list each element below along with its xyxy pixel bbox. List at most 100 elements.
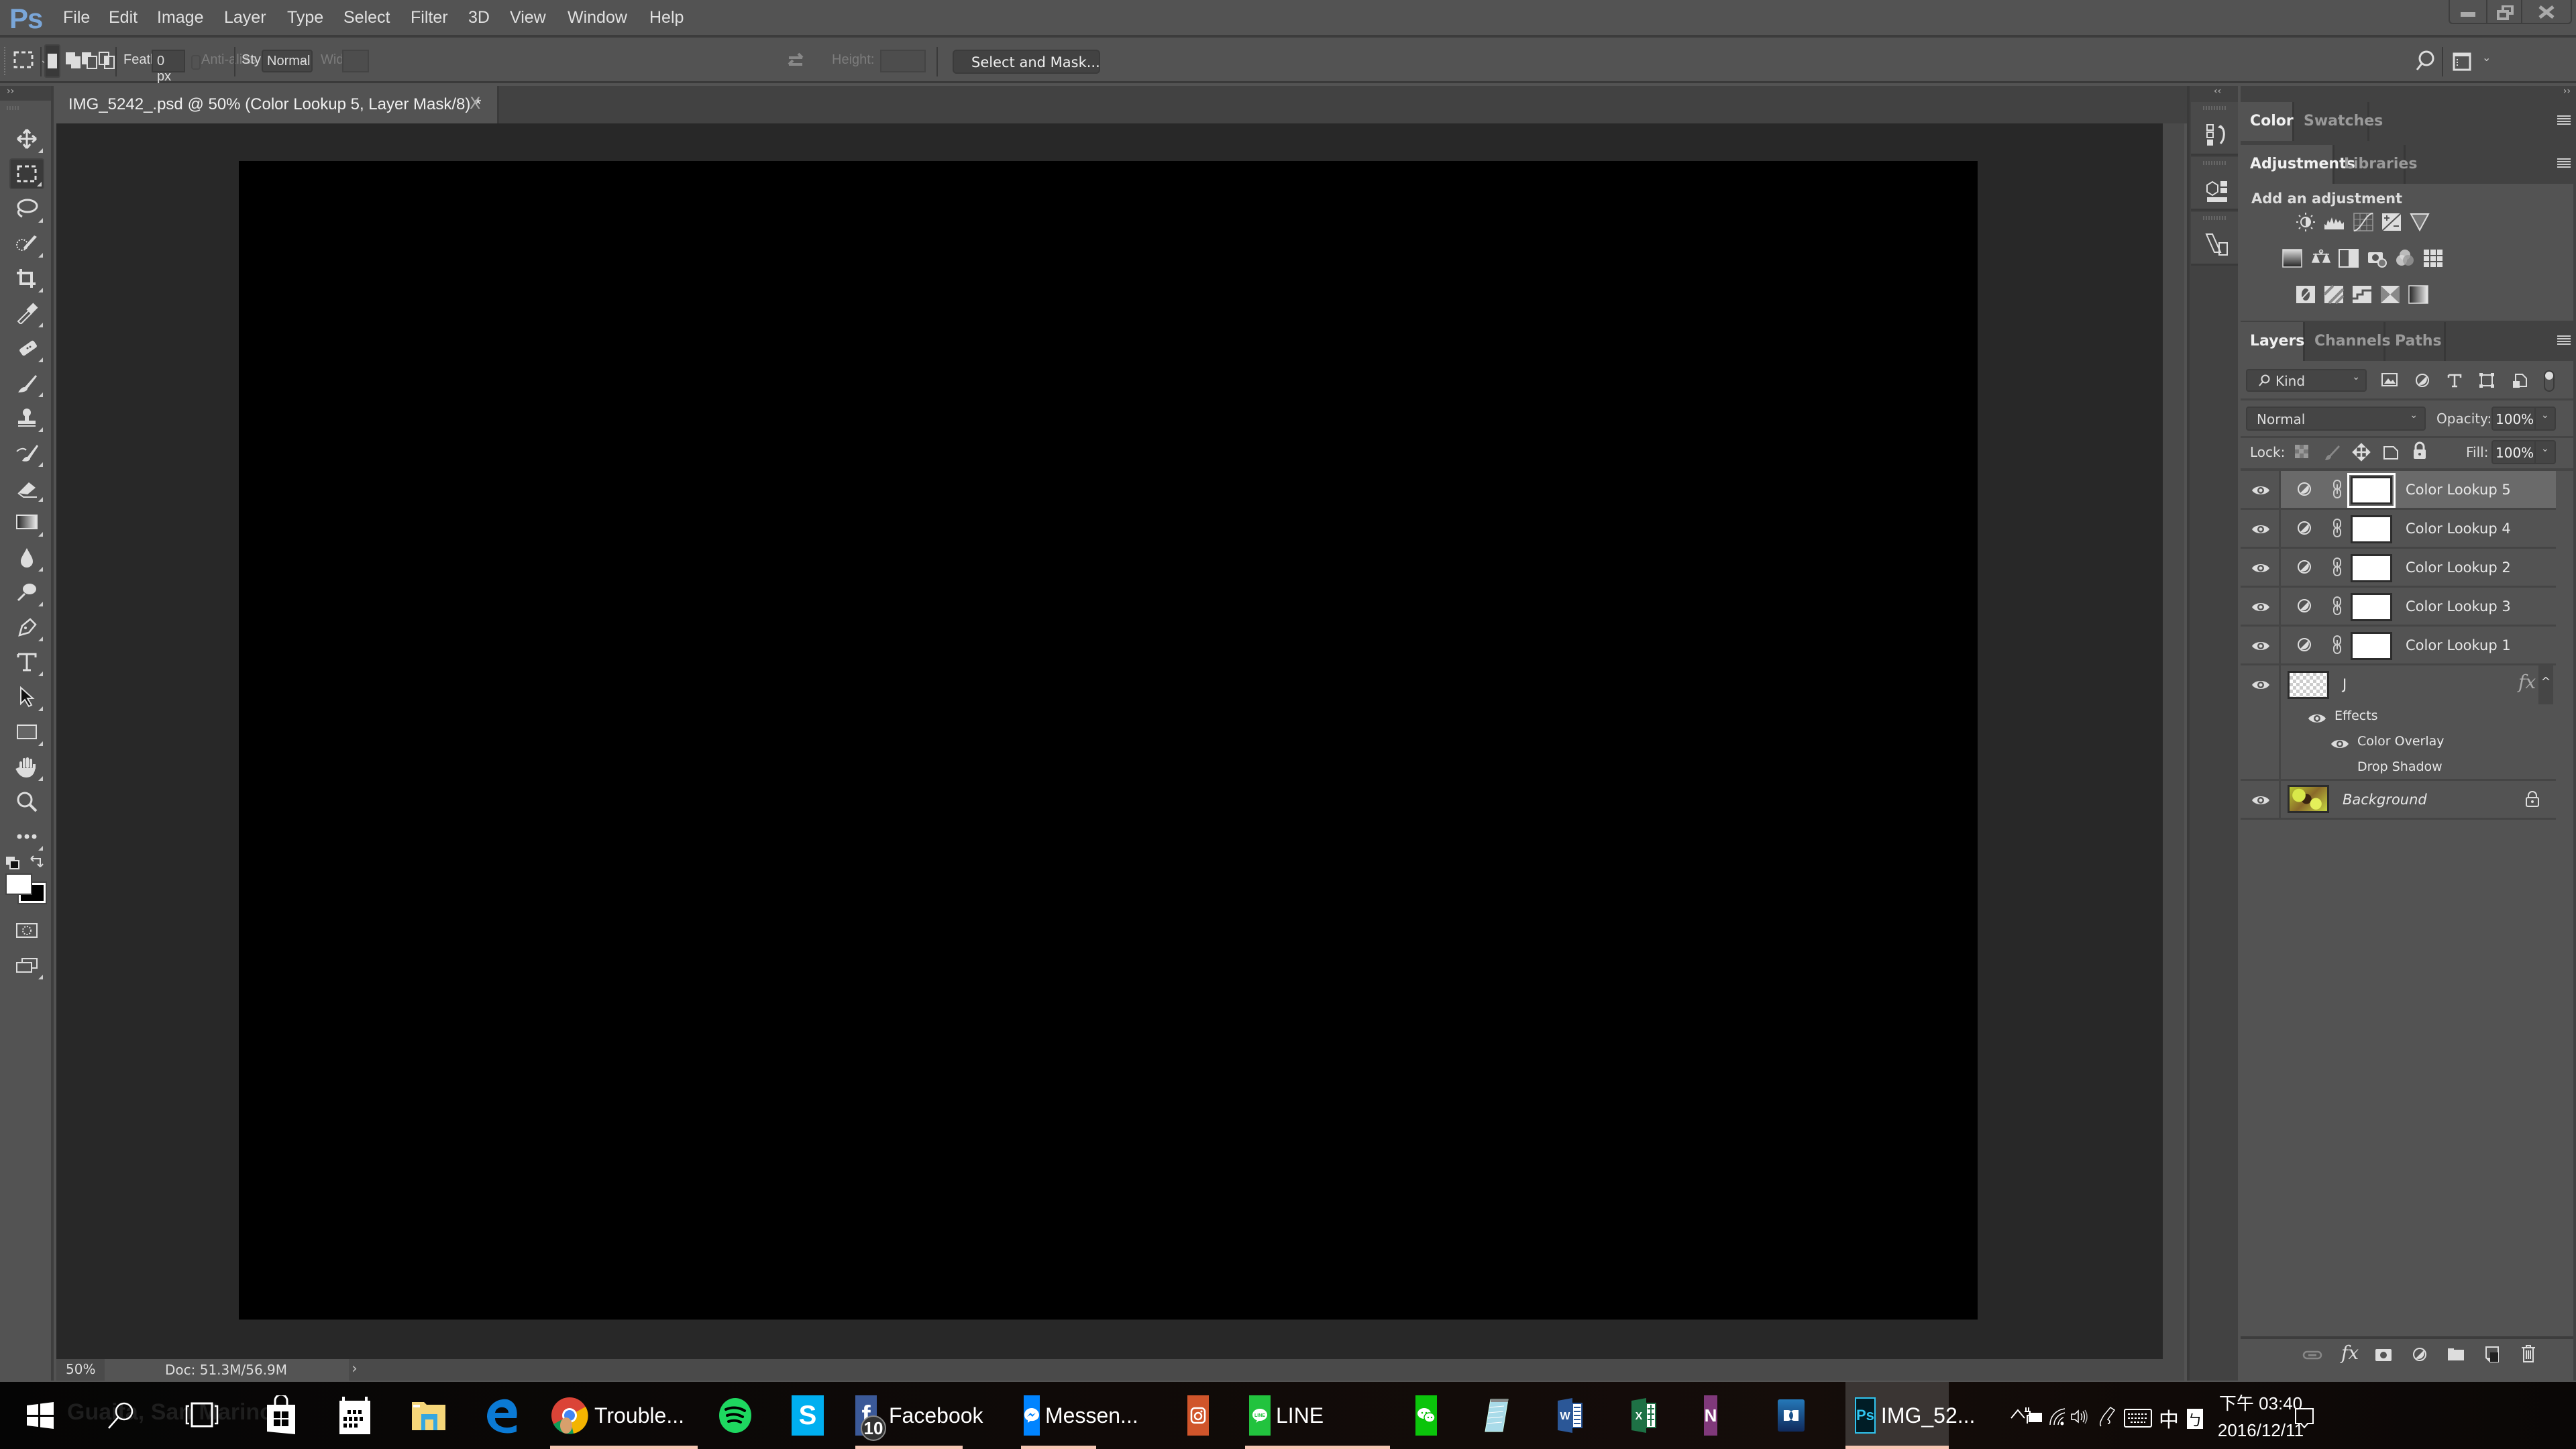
minimize-button[interactable]: [2449, 0, 2487, 24]
vibrance-button[interactable]: [2410, 212, 2430, 232]
effect-drop-shadow[interactable]: Drop Shadow: [2357, 759, 2443, 774]
lock-all-icon[interactable]: [2412, 441, 2427, 460]
menu-view[interactable]: View: [510, 8, 546, 28]
clock[interactable]: 下午 03:40 2016/12/11: [2214, 1390, 2308, 1441]
opacity-slider-toggle[interactable]: ⌄: [2541, 410, 2549, 421]
workspace-icon[interactable]: [2453, 52, 2471, 71]
swap-width-height-icon[interactable]: [786, 51, 805, 71]
mask-link-icon[interactable]: [2332, 596, 2343, 616]
workspace-chevron-icon[interactable]: ⌄: [2482, 51, 2491, 64]
fill-input[interactable]: 100% ⌄: [2491, 440, 2556, 464]
vertical-scrollbar[interactable]: [2163, 123, 2184, 1359]
black-white-button[interactable]: [2339, 248, 2359, 268]
calendar-icon[interactable]: [338, 1395, 372, 1436]
adjustments-panel-menu-icon[interactable]: [2557, 158, 2571, 168]
collapse-dock-button[interactable]: ‹‹: [2190, 86, 2238, 101]
style-dropdown[interactable]: Normal ⌄: [262, 50, 313, 72]
path-selection-tool[interactable]: [9, 682, 44, 712]
mask-link-icon[interactable]: [2332, 518, 2343, 538]
delete-layer-icon[interactable]: [2521, 1344, 2536, 1363]
fill-slider-toggle[interactable]: ⌄: [2541, 443, 2549, 454]
quick-selection-tool[interactable]: [9, 228, 44, 259]
store-icon[interactable]: [266, 1395, 297, 1436]
document-tab[interactable]: IMG_5242_.psd @ 50% (Color Lookup 5, Lay…: [56, 86, 499, 123]
layer-row[interactable]: Color Lookup 3: [2241, 588, 2556, 627]
clone-stamp-tool[interactable]: [9, 402, 44, 433]
layer-visibility-toggle[interactable]: [2241, 471, 2281, 510]
rectangle-tool[interactable]: [9, 716, 44, 747]
taskbar-app-instagram[interactable]: [1187, 1382, 1228, 1449]
filter-shape-icon[interactable]: [2479, 373, 2496, 389]
pen-tool[interactable]: [9, 612, 44, 643]
battery-icon[interactable]: [2023, 1406, 2043, 1425]
layer-row[interactable]: Color Lookup 4: [2241, 510, 2556, 549]
menu-select[interactable]: Select: [343, 8, 390, 28]
type-tool[interactable]: [9, 647, 44, 678]
add-mask-icon[interactable]: [2375, 1348, 2392, 1363]
hand-tool[interactable]: [9, 751, 44, 782]
curves-button[interactable]: [2353, 212, 2373, 232]
gradient-map-button[interactable]: [2408, 284, 2428, 305]
layer-row[interactable]: Color Lookup 1: [2241, 627, 2556, 665]
filter-toggle[interactable]: [2544, 370, 2555, 392]
new-adjustment-layer-icon[interactable]: [2412, 1347, 2428, 1363]
eye-icon[interactable]: [2308, 712, 2326, 724]
lock-artboard-icon[interactable]: [2381, 443, 2400, 462]
lasso-tool[interactable]: [9, 193, 44, 224]
layer-effects-badge[interactable]: fx: [2518, 671, 2536, 693]
menu-help[interactable]: Help: [649, 8, 684, 28]
filter-pixel-icon[interactable]: [2381, 373, 2399, 388]
filter-type-icon[interactable]: [2447, 373, 2463, 389]
file-explorer-icon[interactable]: [411, 1399, 447, 1433]
hue-saturation-button[interactable]: [2282, 248, 2302, 268]
layer-thumbnail[interactable]: [2288, 671, 2329, 699]
collapse-toolbar-button[interactable]: ››: [0, 86, 51, 101]
channel-mixer-button[interactable]: [2395, 248, 2415, 268]
select-and-mask-button[interactable]: Select and Mask...: [953, 50, 1100, 74]
close-window-button[interactable]: [2521, 0, 2572, 24]
tab-layers[interactable]: Layers: [2241, 322, 2305, 361]
input-mode-indicator[interactable]: ㄅ: [2187, 1409, 2203, 1430]
zoom-level-field[interactable]: 50%: [56, 1359, 103, 1379]
link-layers-icon[interactable]: [2302, 1350, 2322, 1360]
menu-type[interactable]: Type: [287, 8, 323, 28]
layer-row[interactable]: Color Lookup 2: [2241, 549, 2556, 588]
layer-visibility-toggle[interactable]: [2241, 549, 2281, 588]
invert-button[interactable]: [2296, 284, 2316, 305]
search-icon[interactable]: [2415, 50, 2435, 72]
layer-mask-thumbnail[interactable]: [2347, 473, 2396, 508]
layer-name[interactable]: Color Lookup 2: [2406, 559, 2511, 576]
layer-name[interactable]: Color Lookup 5: [2406, 482, 2511, 498]
tab-paths[interactable]: Paths: [2385, 322, 2446, 361]
eye-icon[interactable]: [2330, 738, 2349, 750]
new-selection-button[interactable]: [44, 44, 60, 78]
antialias-checkbox[interactable]: [191, 55, 201, 70]
layer-row-background[interactable]: Background: [2241, 781, 2556, 820]
taskbar-app-onenote[interactable]: N: [1677, 1382, 1717, 1449]
menu-image[interactable]: Image: [157, 8, 203, 28]
taskbar-app-skype[interactable]: S: [792, 1382, 832, 1449]
start-button[interactable]: [27, 1402, 54, 1429]
taskbar-app-wechat[interactable]: [1415, 1382, 1456, 1449]
layer-mask-thumbnail[interactable]: [2351, 515, 2392, 543]
taskbar-app-dolby[interactable]: [1778, 1382, 1818, 1449]
pen-workspace-icon[interactable]: [2097, 1406, 2116, 1428]
restore-button[interactable]: [2486, 0, 2522, 24]
foreground-color-swatch[interactable]: [5, 873, 32, 895]
layer-mask-thumbnail[interactable]: [2351, 554, 2392, 582]
taskbar-app-chrome[interactable]: Trouble...: [550, 1382, 698, 1449]
spot-healing-tool[interactable]: [9, 333, 44, 364]
levels-button[interactable]: [2324, 212, 2344, 232]
tab-channels[interactable]: Channels: [2305, 322, 2391, 361]
threshold-button[interactable]: [2352, 284, 2372, 305]
menu-file[interactable]: File: [63, 8, 90, 28]
touch-keyboard-icon[interactable]: [2124, 1409, 2152, 1428]
tab-libraries[interactable]: Libraries: [2334, 145, 2417, 184]
intersect-selection-icon[interactable]: [98, 51, 117, 71]
layer-visibility-toggle[interactable]: [2241, 781, 2281, 820]
color-lookup-button[interactable]: [2423, 248, 2443, 268]
layer-name[interactable]: Background: [2343, 792, 2427, 808]
new-group-icon[interactable]: [2447, 1347, 2466, 1362]
feather-input[interactable]: 0 px: [152, 50, 185, 84]
add-layer-style-button[interactable]: fx: [2341, 1342, 2359, 1364]
